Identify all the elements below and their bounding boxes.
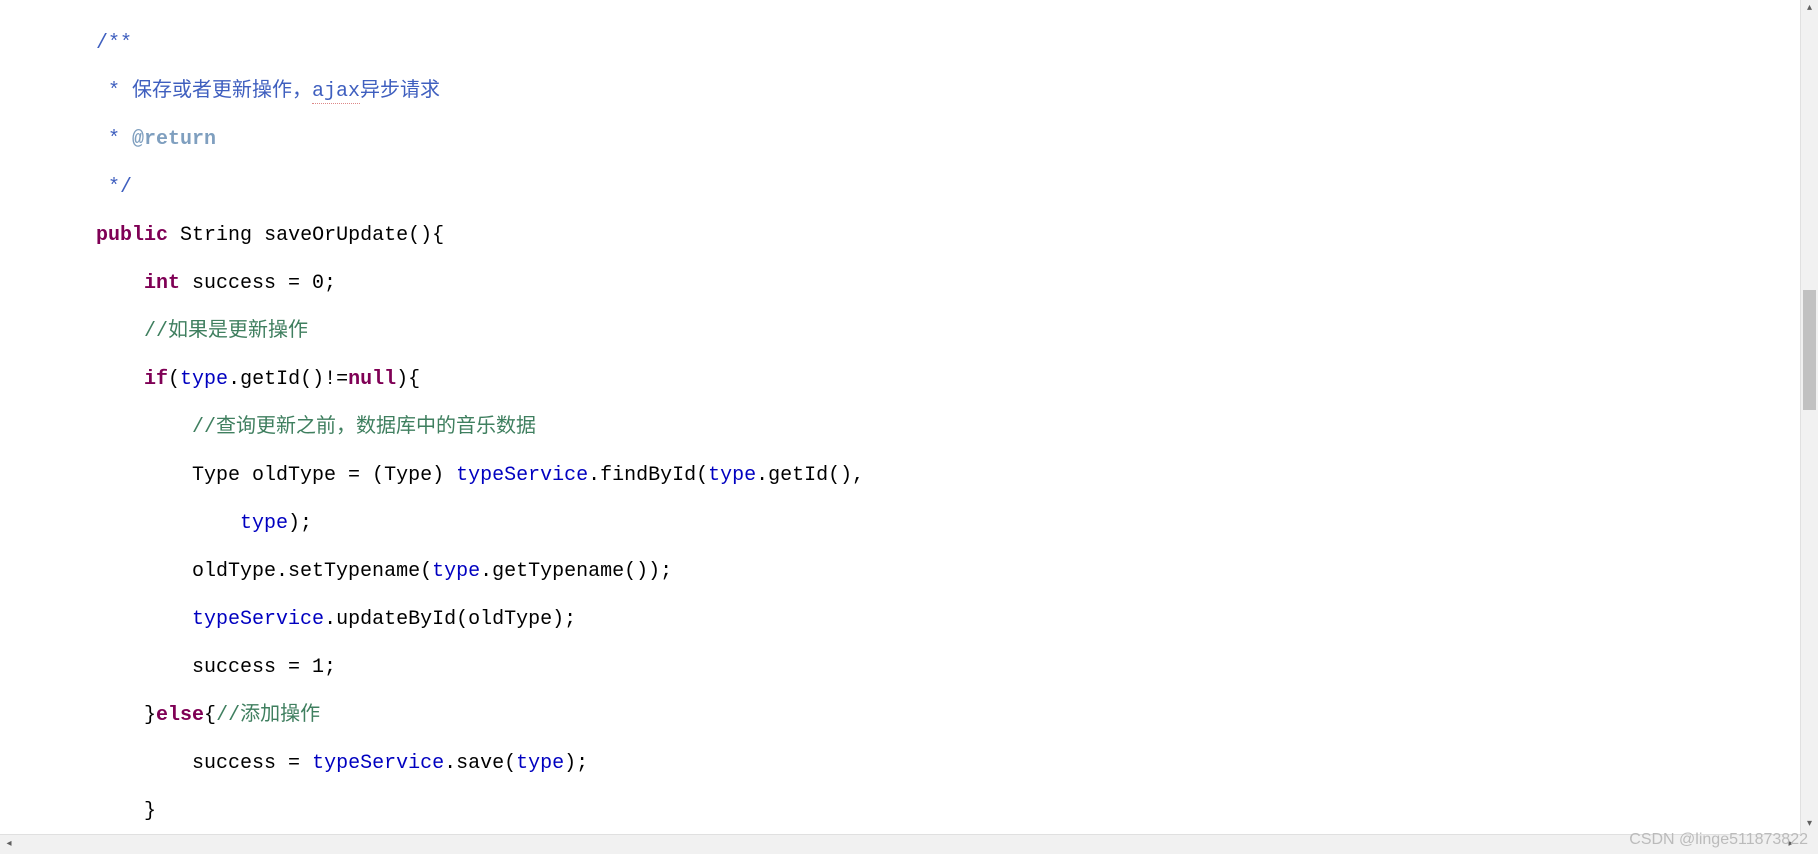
code-line: success = typeService.save(type); xyxy=(48,752,1800,776)
code-editor[interactable]: /** * 保存或者更新操作，ajax异步请求 * @return */ pub… xyxy=(0,0,1818,854)
scroll-left-icon[interactable]: ◂ xyxy=(0,835,18,854)
code-line: oldType.setTypename(type.getTypename()); xyxy=(48,560,1800,584)
scroll-right-icon[interactable]: ▸ xyxy=(1782,835,1800,854)
code-line: typeService.updateById(oldType); xyxy=(48,608,1800,632)
code-line: if(type.getId()!=null){ xyxy=(48,368,1800,392)
code-line: success = 1; xyxy=(48,656,1800,680)
code-line: type); xyxy=(48,512,1800,536)
code-line: * 保存或者更新操作，ajax异步请求 xyxy=(48,80,1800,104)
code-line: }else{//添加操作 xyxy=(48,704,1800,728)
code-line: int success = 0; xyxy=(48,272,1800,296)
code-line: /** xyxy=(48,32,1800,56)
code-line: //如果是更新操作 xyxy=(48,320,1800,344)
code-line: * @return xyxy=(48,128,1800,152)
horizontal-scrollbar[interactable]: ◂ ▸ xyxy=(0,834,1800,854)
code-line: */ xyxy=(48,176,1800,200)
code-area[interactable]: /** * 保存或者更新操作，ajax异步请求 * @return */ pub… xyxy=(0,0,1800,834)
vertical-scrollbar[interactable]: ▴ ▾ xyxy=(1800,0,1818,834)
scroll-thumb[interactable] xyxy=(1803,290,1816,410)
code-line: //查询更新之前，数据库中的音乐数据 xyxy=(48,416,1800,440)
scroll-up-icon[interactable]: ▴ xyxy=(1801,0,1818,18)
code-line: Type oldType = (Type) typeService.findBy… xyxy=(48,464,1800,488)
code-line: } xyxy=(48,800,1800,824)
code-line: public String saveOrUpdate(){ xyxy=(48,224,1800,248)
scroll-down-icon[interactable]: ▾ xyxy=(1801,816,1818,834)
scrollbar-corner xyxy=(1800,834,1818,854)
